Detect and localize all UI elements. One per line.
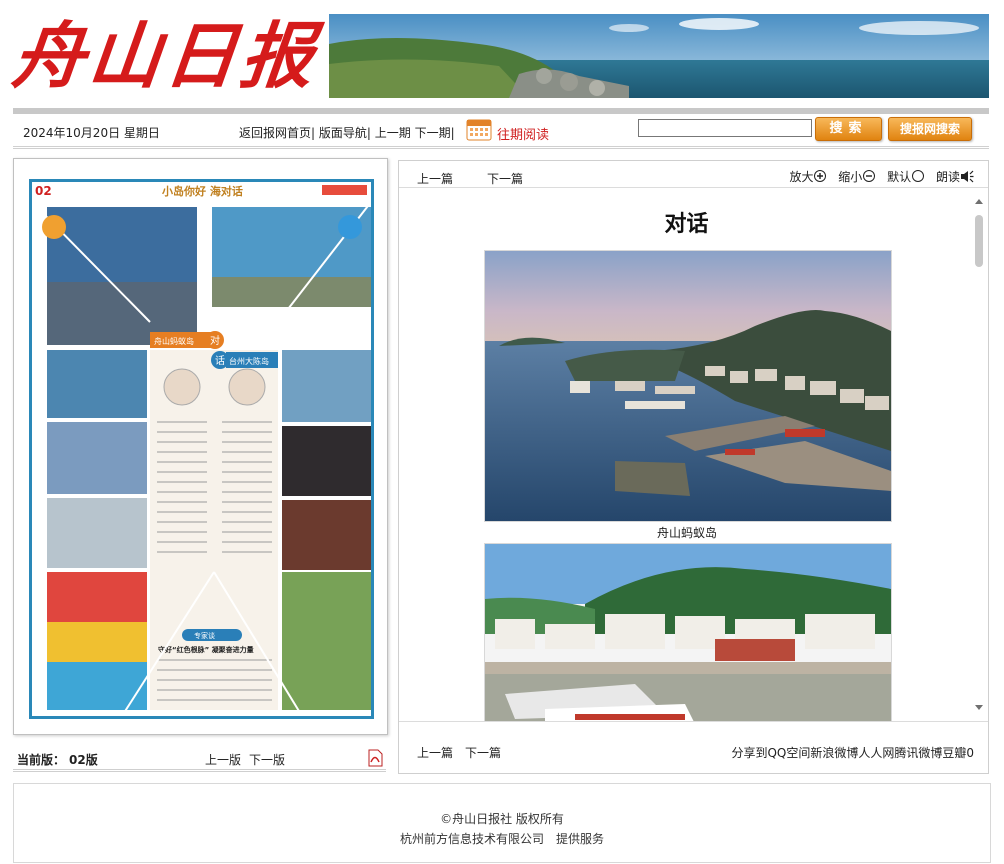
service-provider-text: 杭州前方信息技术有限公司 提供服务 — [399, 832, 604, 846]
speaker-icon — [961, 170, 974, 183]
thumb-page-number: 02 — [35, 184, 52, 198]
share-links[interactable]: 分享到QQ空间新浪微博人人网腾讯微博豆瓣0 — [731, 744, 974, 761]
current-page-label: 当前版： — [17, 753, 66, 767]
scrollbar-thumb[interactable] — [975, 215, 983, 267]
calendar-icon[interactable] — [466, 117, 492, 141]
minus-circle-icon — [863, 170, 876, 182]
article-photo-chen-island — [484, 543, 892, 721]
current-page-value: 02版 — [69, 753, 98, 767]
next-issue-link[interactable]: 下一期| — [415, 126, 455, 140]
page-nav-link[interactable]: 版面导航| — [319, 126, 371, 140]
copyright-text: ©舟山日报社 版权所有 — [440, 812, 564, 826]
plus-circle-icon — [814, 170, 827, 182]
prev-page-link[interactable]: 上一版 — [205, 751, 241, 768]
thumb-right-tag: 台州大陈岛 — [229, 356, 269, 366]
article-toolbar: 上一篇 下一篇 放大 缩小 默认 朗读 — [399, 161, 988, 188]
site-search-button[interactable]: 搜报网搜索 — [888, 117, 972, 141]
site-footer: ©舟山日报社 版权所有 杭州前方信息技术有限公司 提供服务 — [13, 783, 991, 863]
search-button[interactable]: 搜索 — [815, 117, 882, 141]
newspaper-logo[interactable]: 舟山日报 — [8, 10, 324, 102]
site-header: 舟山日报 — [9, 10, 989, 102]
photo-caption: 舟山蚂蚁岛 — [656, 526, 717, 540]
zoom-out-button[interactable]: 缩小 — [838, 168, 876, 185]
pdf-icon[interactable] — [367, 749, 383, 767]
article-photo-ant-island — [484, 250, 892, 522]
next-article-link[interactable]: 下一篇 — [487, 170, 523, 187]
default-size-label: 默认 — [887, 170, 912, 184]
scroll-up-arrow-icon — [975, 199, 983, 204]
page-thumbnail-panel: 02 小岛你好 海对话 舟山蚂蚁岛 对 话 台州大陈岛 专家谈 守好“红色根脉”… — [13, 158, 388, 735]
prev-article-link-bottom[interactable]: 上一篇 — [417, 744, 453, 761]
thumb-dui: 对 — [210, 334, 220, 347]
read-aloud-button[interactable]: 朗读 — [936, 168, 974, 185]
page-thumbnail[interactable]: 02 小岛你好 海对话 舟山蚂蚁岛 对 话 台州大陈岛 专家谈 守好“红色根脉”… — [29, 179, 374, 719]
read-aloud-label: 朗读 — [935, 170, 960, 184]
search-input[interactable] — [638, 119, 812, 137]
prev-article-link[interactable]: 上一篇 — [417, 170, 453, 187]
default-size-button[interactable]: 默认 — [887, 168, 925, 185]
past-issues-link[interactable]: 往期阅读 — [497, 124, 549, 143]
prev-issue-link[interactable]: 上一期 — [375, 126, 411, 140]
article-panel: 上一篇 下一篇 放大 缩小 默认 朗读 对话 舟山蚂蚁岛 上一篇 下一篇 分享到… — [398, 160, 989, 774]
nav-links: 返回报网首页| 版面导航| 上一期 下一期| — [239, 124, 455, 141]
header-divider — [13, 108, 989, 114]
thumb-hua: 话 — [215, 355, 225, 367]
header-banner-image — [329, 14, 989, 98]
top-navigation: 2024年10月20日 星期日 返回报网首页| 版面导航| 上一期 下一期| 往… — [13, 116, 989, 149]
article-scrollbar[interactable] — [970, 188, 988, 721]
article-bottom-bar: 上一篇 下一篇 分享到QQ空间新浪微博人人网腾讯微博豆瓣0 — [399, 721, 988, 774]
thumb-headline: 小岛你好 海对话 — [161, 184, 243, 198]
next-article-link-bottom[interactable]: 下一篇 — [465, 744, 501, 761]
back-home-link[interactable]: 返回报网首页| — [239, 126, 315, 140]
thumb-bottom-tag: 专家谈 — [194, 631, 215, 640]
zoom-in-label: 放大 — [789, 170, 814, 184]
zoom-in-button[interactable]: 放大 — [789, 168, 827, 185]
next-page-link[interactable]: 下一版 — [249, 751, 285, 768]
zoom-out-label: 缩小 — [838, 170, 863, 184]
scroll-down-arrow-icon — [975, 705, 983, 710]
current-date: 2024年10月20日 星期日 — [23, 126, 160, 140]
circle-icon — [912, 170, 925, 182]
article-title: 对话 — [664, 212, 709, 237]
thumb-bottom-title: 守好“红色根脉” 凝聚奋进力量 — [158, 645, 254, 654]
zoom-tools: 放大 缩小 默认 朗读 — [781, 168, 974, 185]
article-content: 对话 舟山蚂蚁岛 — [399, 188, 988, 721]
page-info-bar: 当前版： 02版 上一版 下一版 — [13, 745, 386, 772]
thumb-left-tag: 舟山蚂蚁岛 — [154, 336, 194, 346]
